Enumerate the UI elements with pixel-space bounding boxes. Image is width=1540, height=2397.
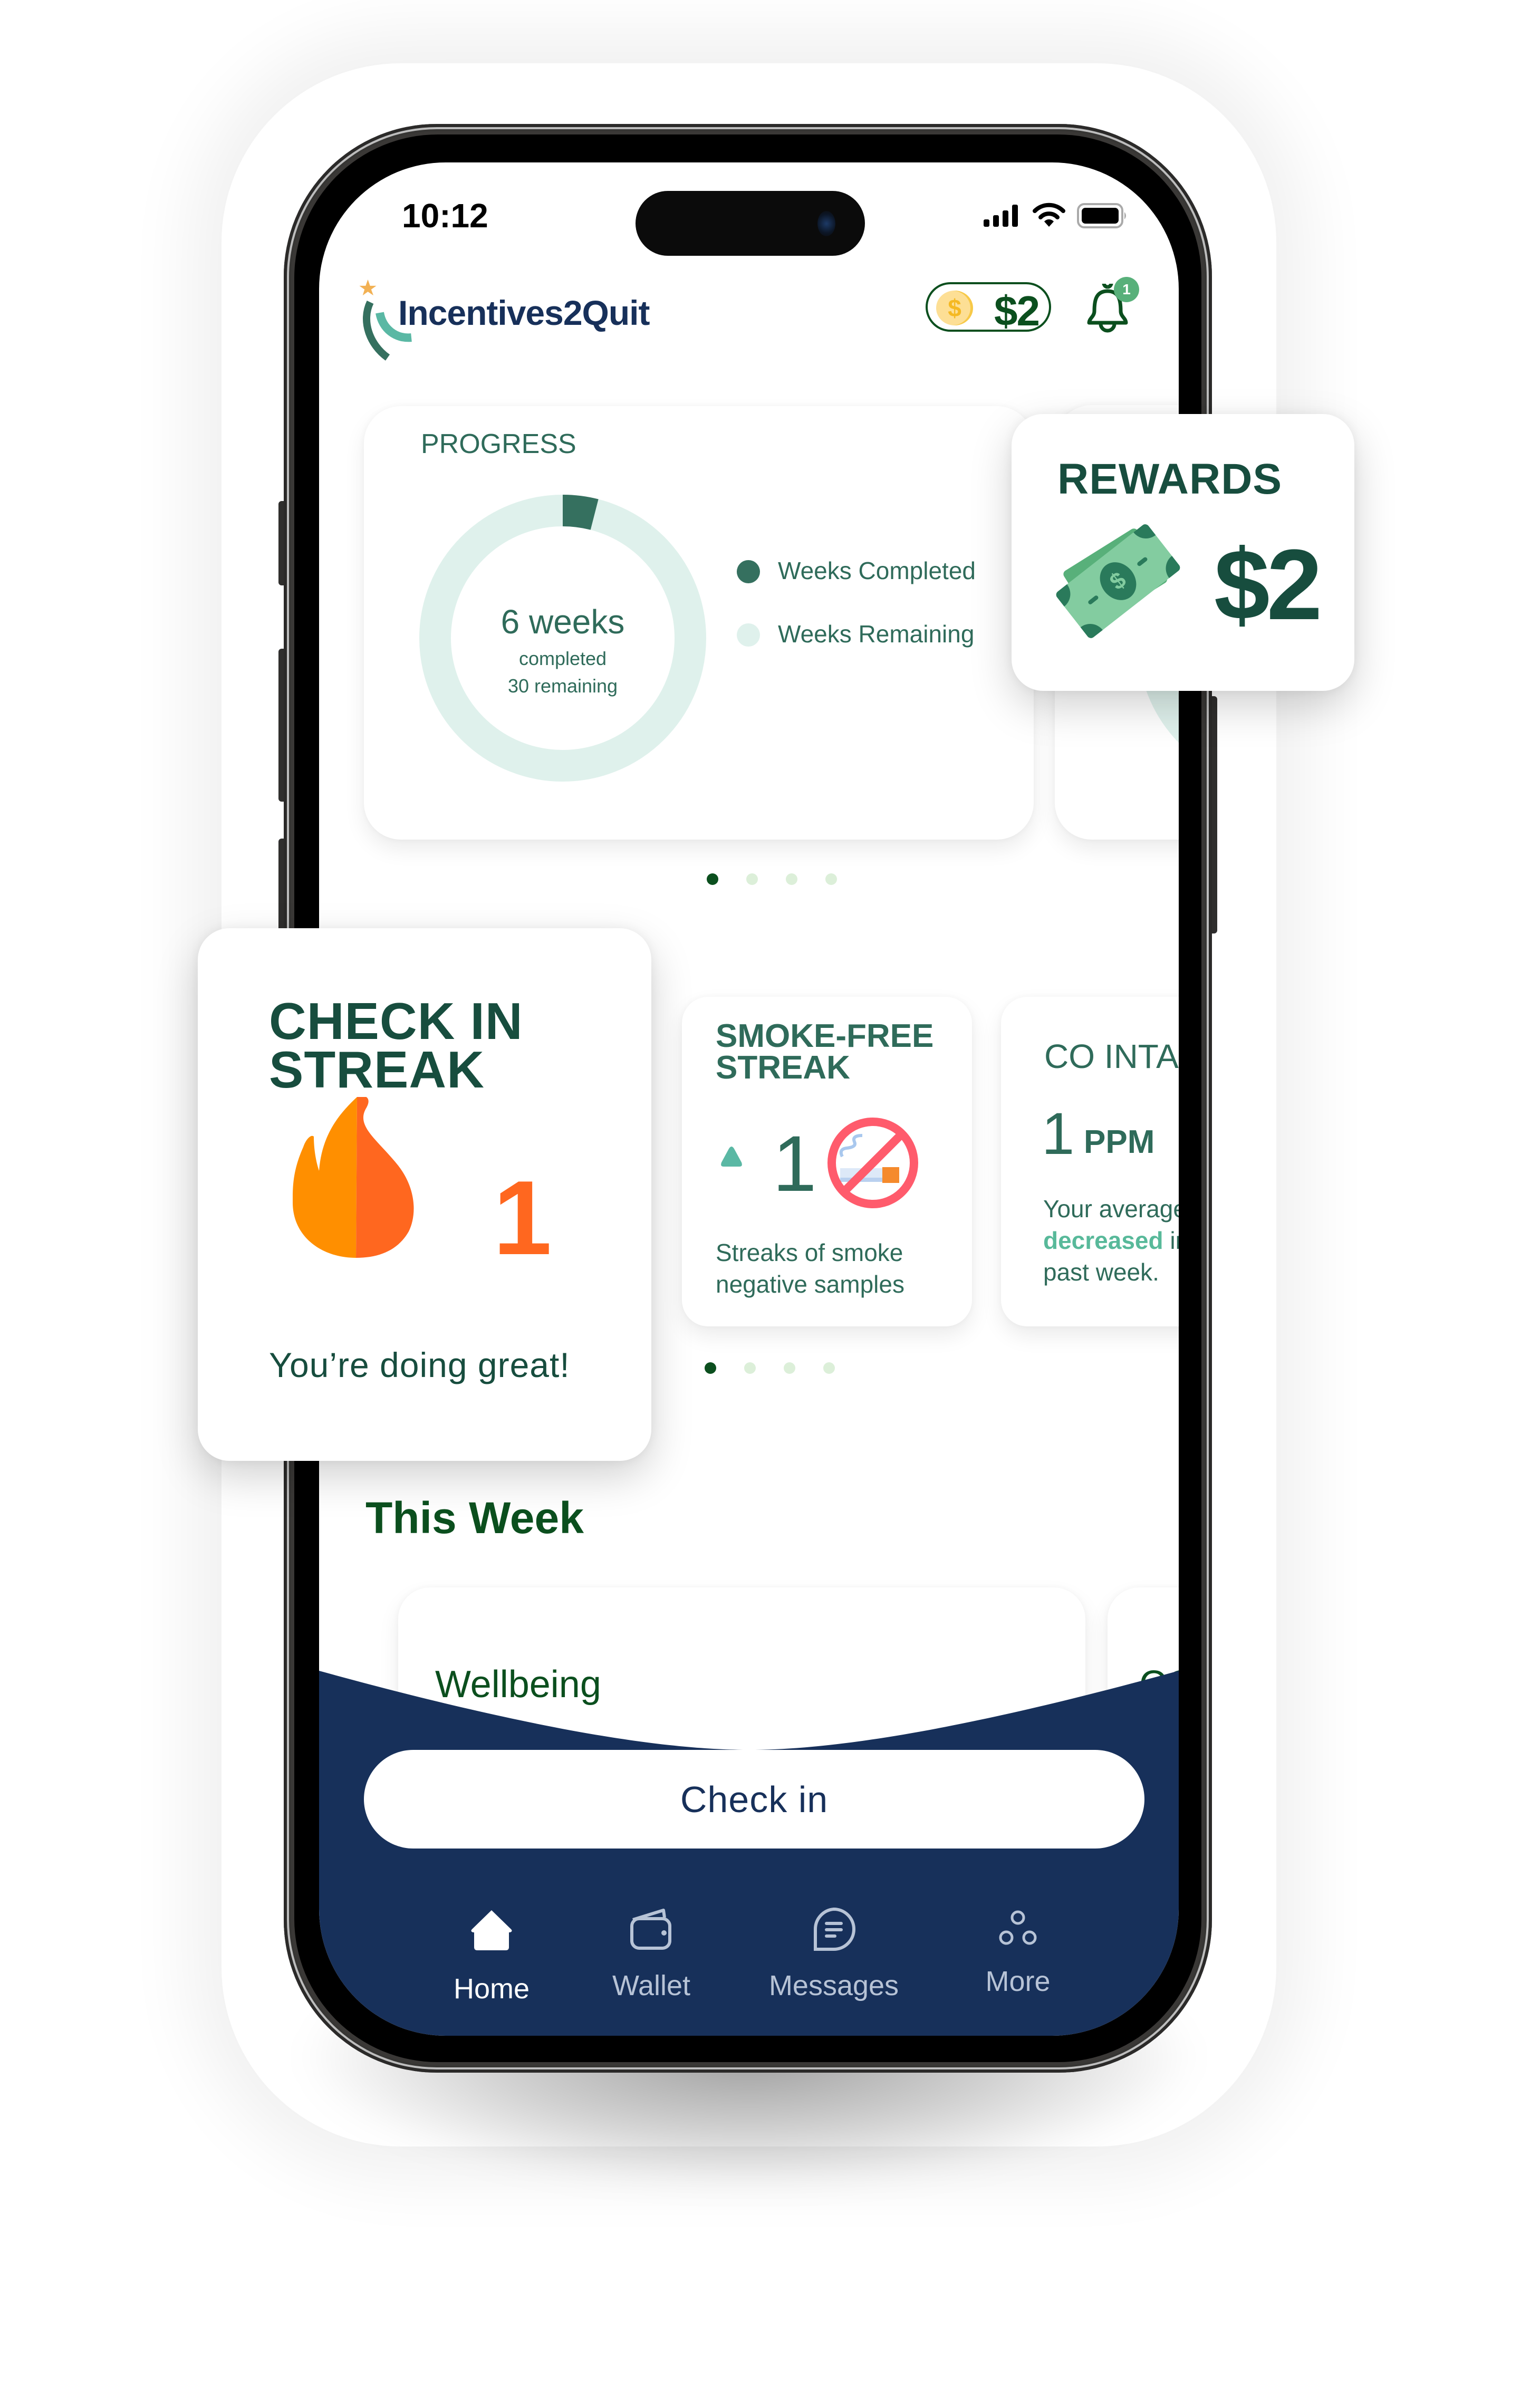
smoke-free-title-line2: STREAK [716,1050,850,1086]
carousel-dot[interactable] [707,873,718,885]
nav-label-home: Home [453,1973,530,2005]
carousel-dot[interactable] [746,873,758,885]
checkin-button[interactable]: Check in [364,1750,1144,1849]
messages-icon [813,1907,855,1951]
rewards-title: REWARDS [1057,455,1283,503]
trend-up-icon [721,1147,742,1167]
this-week-card-title: Wellbeing [435,1663,601,1706]
wifi-icon [1033,203,1065,227]
smoke-free-title: SMOKE-FREE STREAK [716,1018,934,1086]
this-week-title: This Week [365,1493,584,1543]
smoke-free-title-line1: SMOKE-FREE [716,1018,934,1054]
nav-item-wallet[interactable]: Wallet [583,1904,720,2009]
nav-item-messages[interactable]: Messages [765,1904,902,2009]
battery-icon [1077,203,1126,228]
checkin-streak-count: 1 [493,1159,552,1277]
nav-label-more: More [985,1966,1051,1997]
legend-dot-completed [737,560,760,583]
notification-badge: 1 [1114,277,1139,302]
flame-icon [293,1097,414,1258]
donut-center-value: 6 weeks [500,603,625,641]
donut-center-completed: completed [518,648,607,669]
nav-label-wallet: Wallet [612,1970,691,2001]
status-time: 10:12 [402,197,488,235]
carousel-dot[interactable] [823,1362,835,1374]
carousel-dot[interactable] [825,873,837,885]
signal-icon [984,205,1018,227]
progress-title: PROGRESS [421,429,576,459]
checkin-streak-title-line2: STREAK [269,1041,485,1099]
carousel-dot[interactable] [786,873,797,885]
nav-label-messages: Messages [768,1970,899,2001]
checkin-streak-title-line1: CHECK IN [269,992,523,1050]
app-logo-text: Incentives2Quit [398,293,650,332]
smoke-free-count: 1 [773,1119,817,1208]
smoke-free-description-line2: negative samples [716,1270,904,1298]
donut-segment-completed [562,495,599,530]
legend-dot-remaining [737,623,760,647]
legend-label-completed: Weeks Completed [778,557,976,584]
carousel-dot[interactable] [705,1362,716,1374]
carousel-dot[interactable] [744,1362,756,1374]
home-icon [471,1910,512,1950]
donut-center-remaining: 30 remaining [507,675,618,697]
checkin-streak-title: CHECK IN STREAK [269,992,523,1099]
nav-item-more[interactable]: More [949,1904,1086,2009]
balance-amount: $2 [994,287,1040,334]
coin-dollar-glyph: $ [948,294,961,322]
smoke-free-description-line1: Streaks of smoke [716,1239,903,1266]
smoke-free-description: Streaks of smoke negative samples [716,1237,904,1300]
nav-item-home[interactable]: Home [423,1904,560,2009]
more-icon [999,1910,1037,1945]
wallet-icon [630,1909,671,1950]
rewards-amount: $2 [1214,529,1322,641]
legend-label-remaining: Weeks Remaining [778,620,975,648]
co-intake-card[interactable] [1001,997,1179,1326]
front-camera [817,211,835,236]
money-bill-icon: $ [1056,524,1180,638]
this-week-card-title: CO [1139,1663,1179,1706]
no-smoking-icon [827,1118,918,1208]
carousel-dot[interactable] [784,1362,795,1374]
checkin-streak-message: You’re doing great! [269,1345,570,1384]
